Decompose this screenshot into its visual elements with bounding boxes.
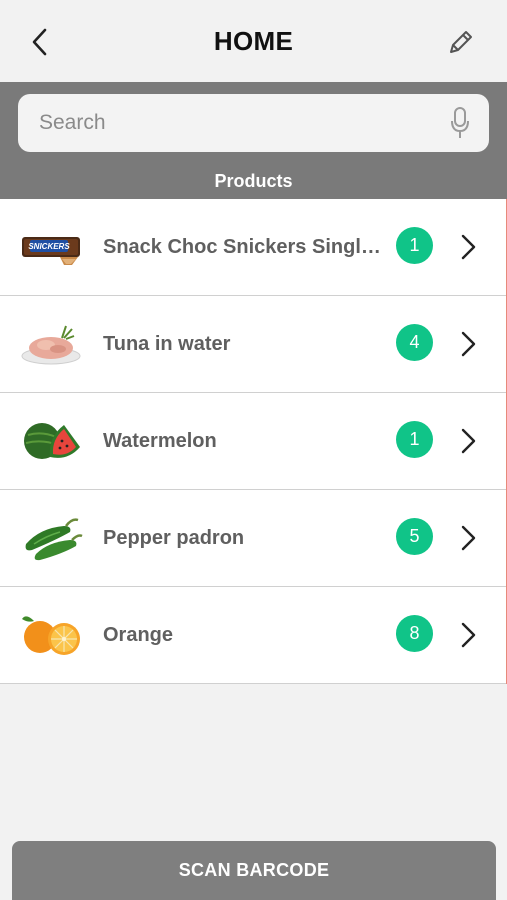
scan-barcode-button[interactable]: SCAN BARCODE: [12, 841, 496, 900]
product-name: Snack Choc Snickers Single 5…: [103, 236, 389, 258]
svg-text:SNICKERS: SNICKERS: [28, 242, 70, 251]
edit-button[interactable]: [443, 24, 479, 60]
quantity-badge: 5: [396, 518, 433, 555]
product-name: Pepper padron: [103, 527, 245, 549]
product-row[interactable]: SNICKERS Snack Choc Snickers Single 5… 1: [0, 199, 506, 296]
chevron-right-icon: [461, 331, 476, 357]
quantity-badge: 8: [396, 615, 433, 652]
watermelon-image: [24, 423, 80, 459]
quantity-badge: 1: [396, 227, 433, 264]
product-list: SNICKERS Snack Choc Snickers Single 5… 1…: [0, 199, 507, 684]
search-input[interactable]: [18, 94, 428, 152]
chevron-right-icon: [461, 525, 476, 551]
top-bar: HOME: [0, 0, 507, 82]
product-row[interactable]: Watermelon 1: [0, 393, 506, 490]
scan-barcode-label: SCAN BARCODE: [178, 860, 330, 880]
pencil-icon: [450, 31, 472, 53]
product-row[interactable]: Pepper padron 5: [0, 490, 506, 587]
product-name: Tuna in water: [103, 333, 231, 355]
chevron-right-icon: [461, 428, 476, 454]
product-name: Orange: [103, 624, 174, 646]
section-title: Products: [214, 171, 293, 191]
product-row[interactable]: Tuna in water 4: [0, 296, 506, 393]
tuna-bowl-image: [21, 325, 81, 365]
search-band: Products: [0, 82, 507, 199]
page-title: HOME: [213, 26, 294, 56]
quantity-badge: 4: [396, 324, 433, 361]
chevron-right-icon: [461, 622, 476, 648]
microphone-icon: [451, 107, 469, 138]
orange-image: [22, 616, 80, 655]
green-pepper-image: [25, 518, 83, 561]
quantity-badge: 1: [396, 421, 433, 458]
product-row[interactable]: Orange 8: [0, 587, 506, 684]
app-screen: HOME Products: [0, 0, 507, 900]
voice-search-button[interactable]: [447, 105, 473, 141]
product-name: Watermelon: [103, 430, 217, 452]
search-box: [18, 94, 489, 152]
chevron-right-icon: [461, 234, 476, 260]
snickers-bar-image: SNICKERS: [22, 237, 80, 265]
